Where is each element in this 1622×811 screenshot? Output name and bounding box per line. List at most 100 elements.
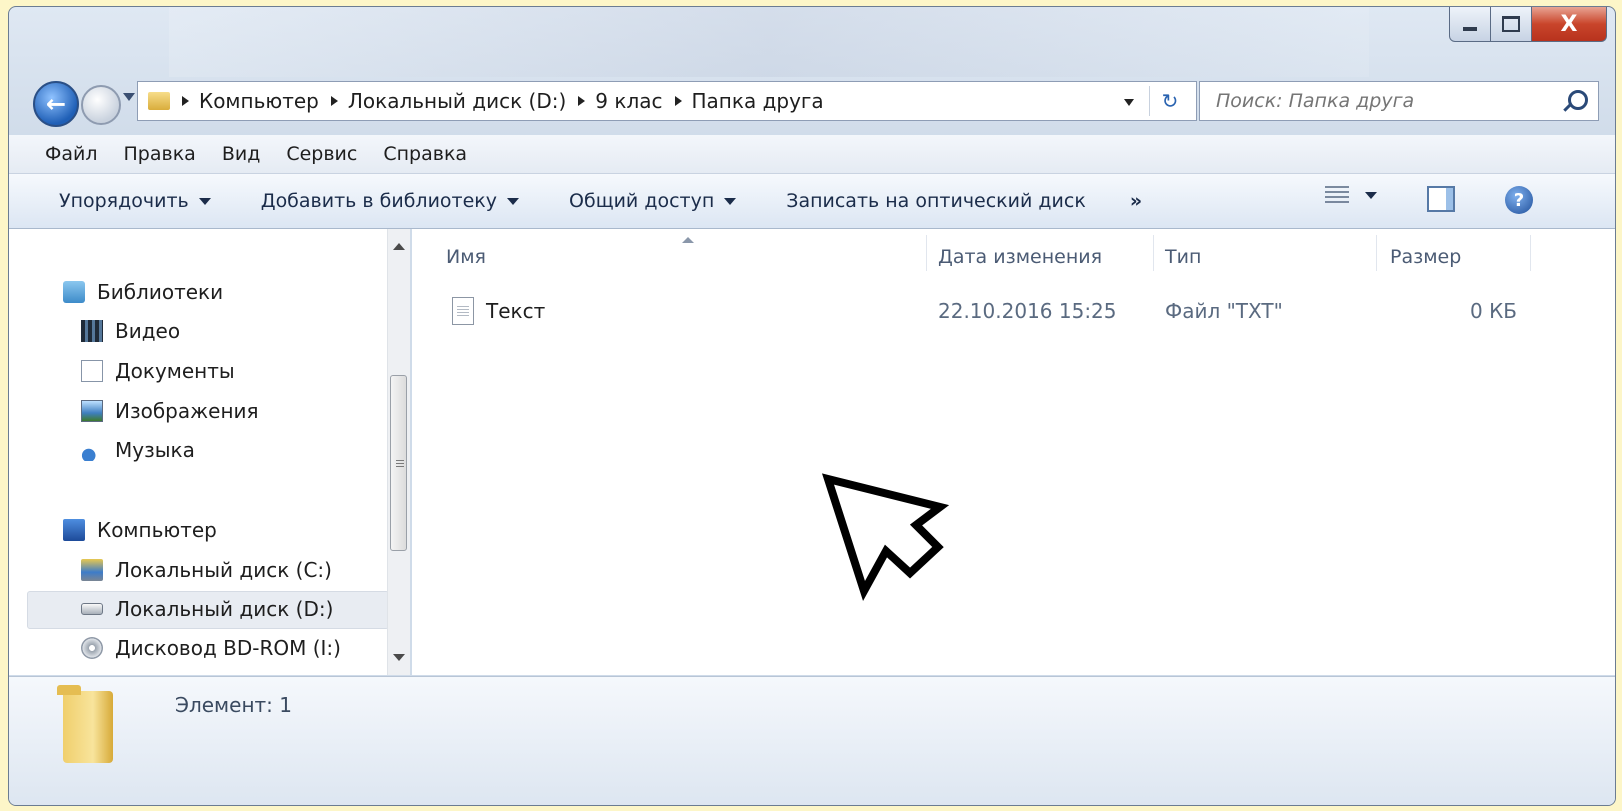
column-divider[interactable]	[1376, 235, 1377, 271]
item-count-label: Элемент: 1	[175, 693, 292, 717]
maximize-icon	[1502, 16, 1520, 32]
column-label: Размер	[1390, 246, 1462, 268]
search-box[interactable]	[1199, 81, 1599, 121]
nav-label: Дисковод BD-ROM (I:)	[115, 636, 341, 660]
add-to-library-button[interactable]: Добавить в библиотеку	[260, 190, 520, 212]
column-label: Дата изменения	[938, 246, 1103, 268]
menu-bar: Файл Правка Вид Сервис Справка	[9, 135, 1615, 174]
optical-disc-icon	[81, 637, 103, 659]
menu-edit[interactable]: Правка	[124, 143, 196, 165]
column-header-size[interactable]: Размер	[1390, 237, 1530, 277]
breadcrumb-item[interactable]: 9 клас	[578, 89, 663, 113]
file-row[interactable]: Текст 22.10.2016 15:25 Файл "TXT" 0 КБ	[446, 289, 1536, 329]
address-dropdown-icon[interactable]	[1124, 99, 1134, 106]
column-header-modified[interactable]: Дата изменения	[938, 237, 1152, 277]
nav-item-documents[interactable]: Документы	[81, 354, 235, 388]
images-icon	[81, 400, 103, 422]
add-to-library-label: Добавить в библиотеку	[260, 190, 498, 212]
breadcrumb-item[interactable]: Компьютер	[182, 89, 319, 113]
menu-tools[interactable]: Сервис	[286, 143, 357, 165]
breadcrumb-arrow-icon[interactable]	[674, 96, 682, 106]
music-icon	[81, 439, 103, 461]
view-details-icon	[1325, 186, 1349, 204]
nav-label: Документы	[115, 359, 235, 383]
burn-button[interactable]: Записать на оптический диск	[786, 190, 1086, 212]
nav-item-images[interactable]: Изображения	[81, 394, 259, 428]
scroll-down-icon[interactable]	[393, 654, 405, 661]
breadcrumb-item[interactable]: Локальный диск (D:)	[330, 89, 566, 113]
change-view-button[interactable]	[1325, 186, 1377, 204]
breadcrumb-papka-druga[interactable]: Папка друга	[692, 89, 824, 113]
column-label: Тип	[1165, 246, 1202, 268]
title-bar-glass	[169, 7, 1369, 77]
column-header-type[interactable]: Тип	[1165, 237, 1375, 277]
nav-label: Локальный диск (C:)	[115, 558, 332, 582]
share-button[interactable]: Общий доступ	[569, 190, 737, 212]
file-modified: 22.10.2016 15:25	[938, 299, 1117, 323]
burn-label: Записать на оптический диск	[786, 190, 1086, 212]
nav-pane-scrollbar[interactable]	[387, 229, 410, 675]
back-button[interactable]: ←	[33, 81, 79, 127]
refresh-button[interactable]: ↻	[1149, 86, 1190, 116]
breadcrumb-item[interactable]: Папка друга	[674, 89, 824, 113]
more-label: »	[1129, 190, 1143, 212]
preview-pane-toggle[interactable]	[1427, 186, 1455, 212]
nav-item-computer[interactable]: Компьютер	[63, 513, 217, 547]
close-button[interactable]: X	[1532, 7, 1607, 42]
disk-drive-icon	[81, 603, 103, 615]
mouse-pointer-icon	[821, 473, 950, 602]
nav-label: Видео	[115, 319, 181, 343]
nav-label: Библиотеки	[97, 280, 224, 304]
column-label: Имя	[446, 246, 486, 268]
nav-item-video[interactable]: Видео	[81, 314, 180, 348]
minimize-icon	[1463, 27, 1477, 31]
more-commands-button[interactable]: »	[1130, 190, 1142, 212]
navigation-pane: Библиотеки Видео Документы Изображения М…	[9, 229, 410, 675]
column-header-name[interactable]: Имя	[446, 237, 926, 277]
file-size: 0 КБ	[1470, 299, 1518, 323]
maximize-button[interactable]	[1491, 7, 1532, 42]
search-input[interactable]	[1214, 89, 1548, 113]
recent-pages-dropdown[interactable]	[123, 93, 135, 101]
nav-item-bd-rom[interactable]: Дисковод BD-ROM (I:)	[81, 631, 341, 665]
breadcrumb-computer[interactable]: Компьютер	[199, 89, 319, 113]
menu-file[interactable]: Файл	[45, 143, 98, 165]
help-button[interactable]: ?	[1505, 186, 1533, 214]
breadcrumb-arrow-icon[interactable]	[182, 96, 189, 106]
nav-label: Компьютер	[97, 518, 217, 542]
file-type: Файл "TXT"	[1165, 299, 1283, 323]
column-divider[interactable]	[1530, 235, 1531, 271]
chevron-down-icon[interactable]	[1365, 191, 1377, 199]
breadcrumb-disk-d[interactable]: Локальный диск (D:)	[348, 89, 566, 113]
grip-icon	[396, 460, 404, 468]
scrollbar-thumb[interactable]	[390, 375, 407, 551]
forward-button[interactable]	[81, 85, 121, 125]
chevron-down-icon	[724, 197, 737, 205]
nav-item-disk-c[interactable]: Локальный диск (C:)	[81, 553, 332, 587]
nav-item-disk-d[interactable]: Локальный диск (D:)	[81, 592, 333, 626]
menu-help[interactable]: Справка	[383, 143, 467, 165]
address-bar[interactable]: Компьютер Локальный диск (D:) 9 клас Пап…	[137, 81, 1197, 121]
back-arrow-icon: ←	[45, 90, 67, 118]
breadcrumb-9-klas[interactable]: 9 клас	[595, 89, 662, 113]
computer-icon	[63, 519, 85, 541]
breadcrumb-arrow-icon[interactable]	[578, 96, 586, 106]
breadcrumb-arrow-icon[interactable]	[330, 96, 338, 106]
organize-label: Упорядочить	[59, 190, 189, 212]
nav-item-music[interactable]: Музыка	[81, 433, 195, 467]
search-icon[interactable]	[1568, 90, 1588, 110]
column-divider[interactable]	[1153, 235, 1154, 271]
minimize-button[interactable]	[1449, 7, 1491, 42]
organize-button[interactable]: Упорядочить	[59, 190, 211, 212]
scroll-up-icon[interactable]	[393, 243, 405, 250]
command-bar: Упорядочить Добавить в библиотеку Общий …	[9, 174, 1615, 229]
documents-icon	[81, 360, 103, 382]
details-pane: Элемент: 1	[9, 676, 1615, 805]
menu-view[interactable]: Вид	[222, 143, 261, 165]
nav-item-libraries[interactable]: Библиотеки	[63, 275, 223, 309]
libraries-icon	[63, 281, 85, 303]
chevron-down-icon	[198, 197, 211, 205]
column-divider[interactable]	[926, 235, 927, 271]
file-list: Имя Дата изменения Тип Размер Текст 22.1…	[412, 229, 1615, 675]
chevron-down-icon	[507, 197, 520, 205]
